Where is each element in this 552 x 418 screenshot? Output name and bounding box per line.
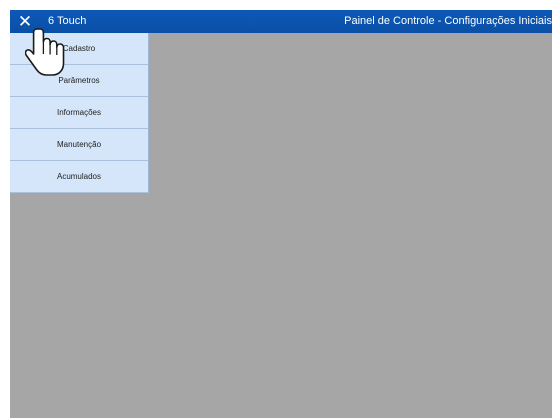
- top-bar: ✕ 6 Touch Painel de Controle - Configura…: [10, 10, 552, 33]
- hand-pointer-icon: [25, 28, 65, 76]
- menu-item-manutencao[interactable]: Manutenção: [10, 129, 148, 161]
- page-title: Painel de Controle - Configurações Inici…: [344, 15, 552, 27]
- menu-item-informacoes[interactable]: Informações: [10, 97, 148, 129]
- menu-item-acumulados[interactable]: Acumulados: [10, 161, 148, 193]
- app-window: ✕ 6 Touch Painel de Controle - Configura…: [10, 10, 552, 418]
